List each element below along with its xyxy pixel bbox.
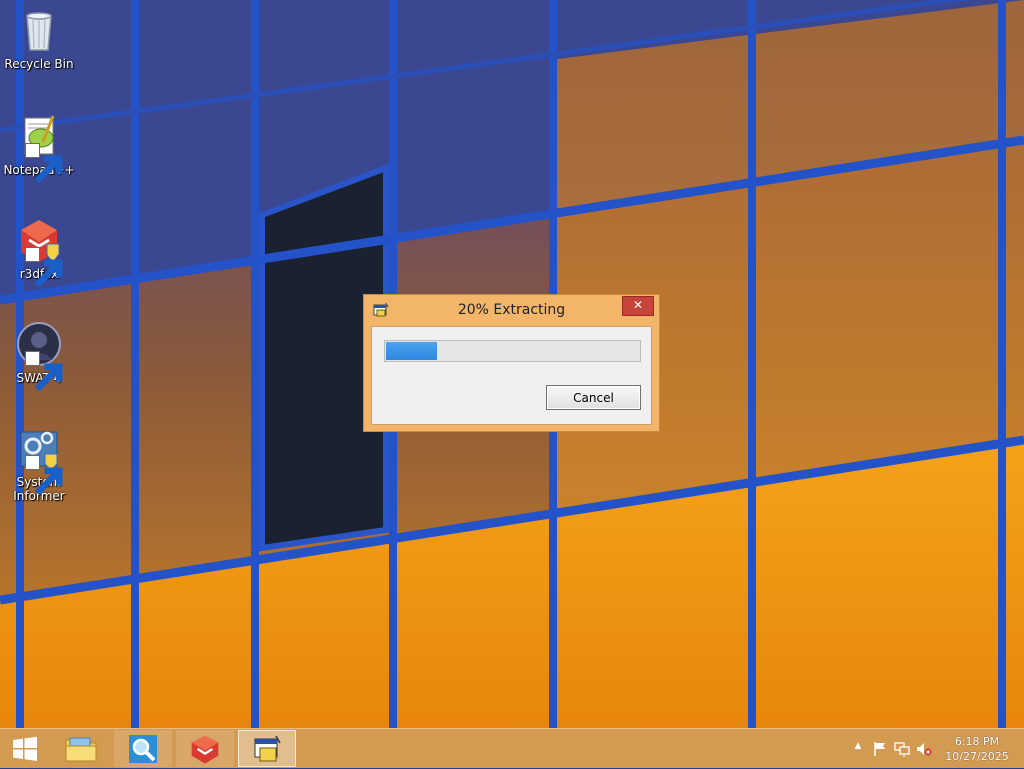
dialog-client-area: Cancel (371, 326, 652, 425)
notepad-plus-plus-icon (15, 112, 63, 184)
folder-icon (65, 737, 97, 761)
progress-fill (386, 342, 437, 360)
taskbar-clock[interactable]: 6:18 PM 10/27/2025 (942, 734, 1012, 764)
close-button[interactable]: ✕ (622, 296, 654, 316)
desktop-icon-notepad-plus-plus[interactable]: Notepad++ (3, 112, 75, 184)
clock-date: 10/27/2025 (945, 750, 1009, 763)
taskbar-extractor[interactable] (238, 730, 296, 767)
start-button[interactable] (0, 729, 50, 769)
r3dfox-icon (191, 735, 219, 764)
shortcut-arrow-icon (25, 351, 63, 392)
dialog-title: 20% Extracting (457, 302, 566, 318)
close-icon: ✕ (632, 298, 644, 312)
swat4-icon (15, 320, 63, 392)
taskbar: ▲ 6:18 PM 10/27/2025 (0, 728, 1024, 768)
windows-logo-icon (13, 736, 37, 761)
system-tray: ▲ 6:18 PM 10/27/2025 (844, 729, 1024, 769)
shortcut-arrow-icon (25, 247, 63, 288)
chevron-up-icon: ▲ (854, 741, 862, 751)
desktop-icon-r3dfox[interactable]: r3dfox (4, 216, 74, 288)
extract-progress-bar (384, 340, 641, 362)
clock-time: 6:18 PM (954, 735, 1000, 748)
taskbar-r3dfox[interactable] (176, 730, 234, 767)
show-hidden-icons-button[interactable]: ▲ (850, 741, 866, 757)
network-icon[interactable] (894, 741, 910, 757)
desktop-icon-system-informer[interactable]: System Informer (4, 424, 74, 503)
volume-muted-icon[interactable] (916, 741, 932, 757)
magnifier-icon (129, 734, 157, 763)
desktop-icon-recycle-bin[interactable]: Recycle Bin (4, 6, 74, 71)
shortcut-arrow-icon (25, 143, 63, 184)
installer-window-icon (254, 735, 281, 761)
desktop-icon-swat4[interactable]: SWAT 4 (4, 320, 74, 392)
r3dfox-icon (15, 216, 63, 288)
action-center-flag-icon[interactable] (872, 741, 888, 757)
taskbar-file-explorer[interactable] (52, 730, 110, 767)
taskbar-search-app[interactable] (114, 730, 172, 767)
system-informer-icon (15, 424, 63, 496)
desktop-icon-label: Recycle Bin (4, 57, 74, 71)
shortcut-arrow-icon (25, 455, 63, 496)
cancel-button[interactable]: Cancel (546, 385, 641, 410)
extracting-dialog: 20% Extracting ✕ Cancel (363, 294, 660, 432)
recycle-bin-icon (15, 6, 63, 54)
dialog-titlebar[interactable]: 20% Extracting ✕ (364, 295, 659, 325)
